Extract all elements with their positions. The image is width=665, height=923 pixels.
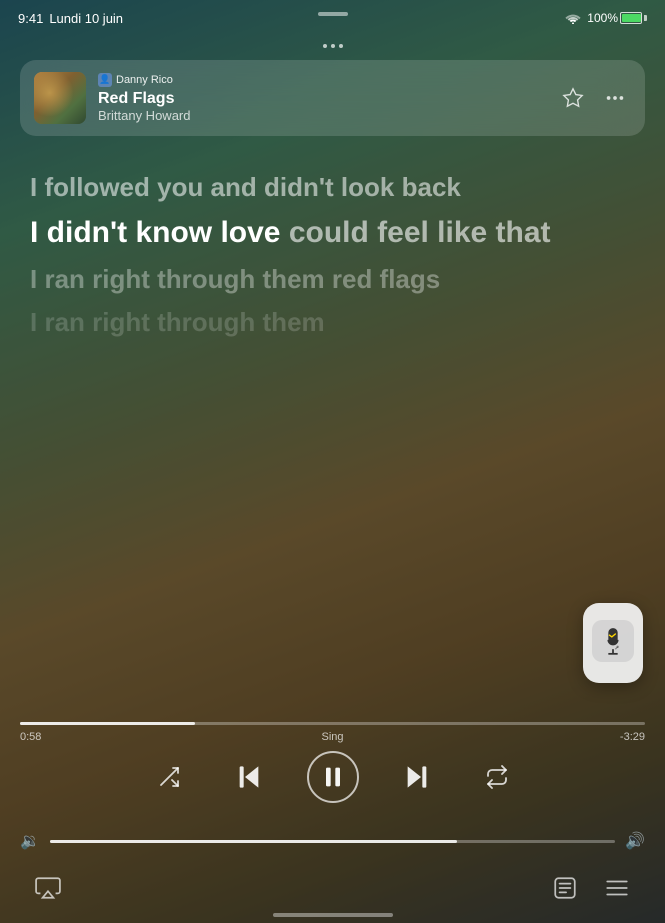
wifi-icon <box>565 12 581 24</box>
user-name: Danny Rico <box>116 74 173 86</box>
lyric-next2: I ran right through them <box>30 305 635 340</box>
volume-track[interactable] <box>50 840 615 843</box>
lyric-highlighted: I didn't know love <box>30 216 289 249</box>
progress-current: 0:58 <box>20 731 41 743</box>
lyric-past: I followed you and didn't look back <box>30 170 635 205</box>
battery-percent: 100% <box>587 11 618 25</box>
sing-icon-container <box>592 620 634 662</box>
card-actions <box>557 82 631 114</box>
sing-toggle-button[interactable] <box>583 603 643 683</box>
progress-fill <box>20 722 195 725</box>
airplay-button[interactable] <box>30 870 66 906</box>
more-button[interactable] <box>599 82 631 114</box>
bottom-bar <box>0 863 665 923</box>
repeat-button[interactable] <box>475 755 519 799</box>
now-playing-card: 👤 Danny Rico Red Flags Brittany Howard <box>20 60 645 136</box>
track-artist: Brittany Howard <box>98 108 557 123</box>
user-badge: 👤 Danny Rico <box>98 73 557 87</box>
dot2 <box>331 44 335 48</box>
progress-remaining: -3:29 <box>620 731 645 743</box>
volume-area[interactable]: 🔉 🔊 <box>20 831 645 851</box>
volume-up-icon: 🔊 <box>625 831 645 851</box>
next-button[interactable] <box>395 755 439 799</box>
dot1 <box>323 44 327 48</box>
previous-button[interactable] <box>227 755 271 799</box>
progress-labels: 0:58 Sing -3:29 <box>20 731 645 743</box>
track-info: 👤 Danny Rico Red Flags Brittany Howard <box>98 73 557 123</box>
drag-handle <box>323 44 343 48</box>
progress-area[interactable]: 0:58 Sing -3:29 <box>20 722 645 743</box>
battery-fill <box>622 14 641 22</box>
transport-controls <box>0 751 665 803</box>
shuffle-button[interactable] <box>147 755 191 799</box>
star-button[interactable] <box>557 82 589 114</box>
notch-indicator <box>318 12 348 16</box>
lyrics-area: I followed you and didn't look back I di… <box>0 150 665 703</box>
volume-down-icon: 🔉 <box>20 831 40 851</box>
album-art[interactable] <box>34 72 86 124</box>
mic-icon <box>599 627 627 655</box>
battery-body <box>620 12 642 24</box>
dot3 <box>339 44 343 48</box>
status-left: 9:41 Lundi 10 juin <box>18 11 123 26</box>
time: 9:41 <box>18 11 43 26</box>
status-bar: 9:41 Lundi 10 juin 100% <box>0 0 665 36</box>
user-icon: 👤 <box>98 73 112 87</box>
battery-tip <box>644 15 647 21</box>
battery: 100% <box>587 11 647 25</box>
album-art-image <box>34 72 86 124</box>
progress-mode: Sing <box>321 731 343 743</box>
pause-button[interactable] <box>307 751 359 803</box>
queue-button[interactable] <box>599 870 635 906</box>
lyric-upcoming: could feel like that <box>289 216 551 249</box>
lyric-active: I didn't know love could feel like that <box>30 213 635 254</box>
lyric-next1: I ran right through them red flags <box>30 262 635 297</box>
volume-fill <box>50 840 457 843</box>
track-title: Red Flags <box>98 89 557 108</box>
date: Lundi 10 juin <box>49 11 123 26</box>
progress-track[interactable] <box>20 722 645 725</box>
lyrics-button[interactable] <box>547 870 583 906</box>
status-right: 100% <box>565 11 647 25</box>
